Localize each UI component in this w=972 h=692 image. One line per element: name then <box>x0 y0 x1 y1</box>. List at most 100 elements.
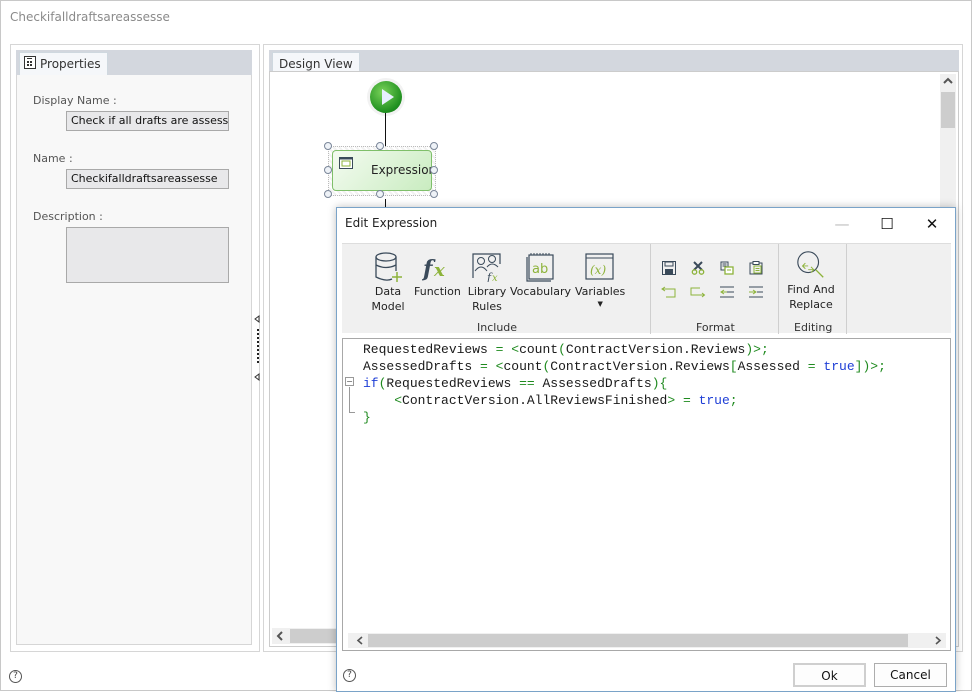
cut-button[interactable] <box>689 260 707 276</box>
copy-button[interactable] <box>718 260 736 276</box>
design-horizontal-scrollbar[interactable] <box>272 628 342 644</box>
resize-handle[interactable] <box>430 142 438 150</box>
horizontal-scroll-thumb[interactable] <box>290 629 340 643</box>
variables-label: Variables <box>575 285 626 298</box>
resize-handle[interactable] <box>324 190 332 198</box>
outdent-button[interactable] <box>718 284 736 300</box>
connector-line <box>385 113 386 147</box>
fold-line <box>349 387 350 413</box>
cut-icon <box>691 261 705 275</box>
vocabulary-icon: ab <box>524 250 556 284</box>
library-rules-label: Library Rules <box>467 285 507 313</box>
description-field[interactable] <box>66 227 229 283</box>
description-label: Description : <box>33 210 103 223</box>
scroll-left-icon[interactable] <box>272 628 288 644</box>
redo-icon <box>690 287 706 298</box>
tab-design-view-label: Design View <box>279 57 353 71</box>
dropdown-arrow-icon: ▼ <box>597 300 603 308</box>
code-content[interactable]: RequestedReviews = <count(ContractVersio… <box>363 341 886 426</box>
ribbon-group-include: Data Model fx Function fx Library Rules <box>342 244 651 334</box>
window-title: Checkifalldraftsareassesse <box>10 10 170 24</box>
vocabulary-label: Vocabulary <box>510 285 571 298</box>
code-line[interactable]: if(RequestedReviews == AssessedDrafts){ <box>363 375 886 392</box>
ribbon: Data Model fx Function fx Library Rules <box>342 243 951 334</box>
svg-text:x: x <box>433 260 445 281</box>
editing-group-label: Editing <box>794 321 833 334</box>
properties-body: Display Name : Check if all drafts are a… <box>16 75 252 645</box>
tab-properties-label: Properties <box>40 57 101 71</box>
fold-line-end <box>349 412 355 413</box>
start-node-icon[interactable] <box>370 81 402 113</box>
ribbon-group-format: Format <box>651 244 779 334</box>
expression-node-icon <box>339 157 353 172</box>
save-icon <box>662 261 676 275</box>
variables-icon: (x) <box>584 250 616 284</box>
resize-handle[interactable] <box>430 166 438 174</box>
name-field[interactable]: Checkifalldraftsareassesse <box>66 169 229 189</box>
paste-icon <box>749 261 763 275</box>
code-line[interactable]: RequestedReviews = <count(ContractVersio… <box>363 341 886 358</box>
display-name-label: Display Name : <box>33 94 117 107</box>
code-line[interactable]: <ContractVersion.AllReviewsFinished> = t… <box>363 392 886 409</box>
redo-button[interactable] <box>689 284 707 300</box>
editor-horizontal-scrollbar[interactable] <box>348 633 946 648</box>
edit-expression-dialog: Edit Expression — ☐ ✕ Data Model fx Func… <box>336 207 956 692</box>
main-window: Checkifalldraftsareassesse Properties Di… <box>0 0 972 692</box>
properties-tabbar: Properties <box>16 50 252 75</box>
find-replace-button[interactable]: Find And Replace <box>783 248 839 312</box>
code-line[interactable]: AssessedDrafts = <count(ContractVersion.… <box>363 358 886 375</box>
editor-horizontal-scroll-thumb[interactable] <box>368 634 908 647</box>
maximize-button[interactable]: ☐ <box>867 212 907 236</box>
function-label: Function <box>414 285 461 298</box>
dialog-help-icon[interactable]: ? <box>343 669 356 682</box>
scroll-left-icon[interactable] <box>352 633 368 648</box>
library-rules-icon: fx <box>471 250 503 284</box>
find-replace-label: Find And Replace <box>787 283 835 311</box>
function-button[interactable]: fx Function <box>414 250 461 299</box>
ribbon-group-editing: Find And Replace Editing <box>779 244 847 334</box>
scroll-right-icon[interactable] <box>930 633 946 648</box>
variables-button[interactable]: (x) Variables ▼ <box>575 250 625 309</box>
vertical-scroll-thumb[interactable] <box>941 92 955 128</box>
resize-handle[interactable] <box>324 166 332 174</box>
name-label: Name : <box>33 152 73 165</box>
svg-text:ab: ab <box>532 262 548 277</box>
outdent-icon <box>720 286 734 298</box>
display-name-field[interactable]: Check if all drafts are assessed <box>66 111 229 131</box>
resize-handle[interactable] <box>376 190 384 198</box>
data-model-button[interactable]: Data Model <box>368 250 408 314</box>
paste-button[interactable] <box>747 260 765 276</box>
format-group-label: Format <box>696 321 735 334</box>
indent-button[interactable] <box>747 284 765 300</box>
expression-node[interactable]: Expression <box>332 150 436 191</box>
cancel-button[interactable]: Cancel <box>874 663 947 687</box>
ok-button[interactable]: Ok <box>793 663 866 687</box>
properties-pane: Properties Display Name : Check if all d… <box>10 44 260 652</box>
undo-icon <box>661 286 676 298</box>
pane-splitter[interactable] <box>253 301 263 391</box>
code-line[interactable]: } <box>363 409 886 426</box>
resize-handle[interactable] <box>324 142 332 150</box>
scroll-up-icon[interactable] <box>940 74 956 88</box>
dialog-title: Edit Expression <box>345 216 438 230</box>
save-button[interactable] <box>660 260 678 276</box>
expression-node-label: Expression <box>371 163 437 177</box>
copy-icon <box>720 261 734 275</box>
data-model-label: Data Model <box>371 285 405 313</box>
help-icon[interactable]: ? <box>9 670 22 683</box>
fold-toggle-icon[interactable]: − <box>345 377 354 386</box>
library-rules-button[interactable]: fx Library Rules <box>467 250 507 314</box>
include-group-label: Include <box>477 321 518 334</box>
minimize-button[interactable]: — <box>822 212 862 236</box>
function-fx-icon: fx <box>421 250 453 284</box>
expression-editor[interactable]: − RequestedReviews = <count(ContractVers… <box>342 338 951 651</box>
resize-handle[interactable] <box>430 190 438 198</box>
resize-handle[interactable] <box>376 142 384 150</box>
properties-icon <box>24 56 36 72</box>
find-replace-icon <box>795 248 827 282</box>
svg-text:x: x <box>492 273 498 282</box>
tab-properties[interactable]: Properties <box>19 52 108 75</box>
vocabulary-button[interactable]: ab Vocabulary <box>510 250 571 299</box>
undo-button[interactable] <box>660 284 678 300</box>
close-button[interactable]: ✕ <box>912 212 952 236</box>
